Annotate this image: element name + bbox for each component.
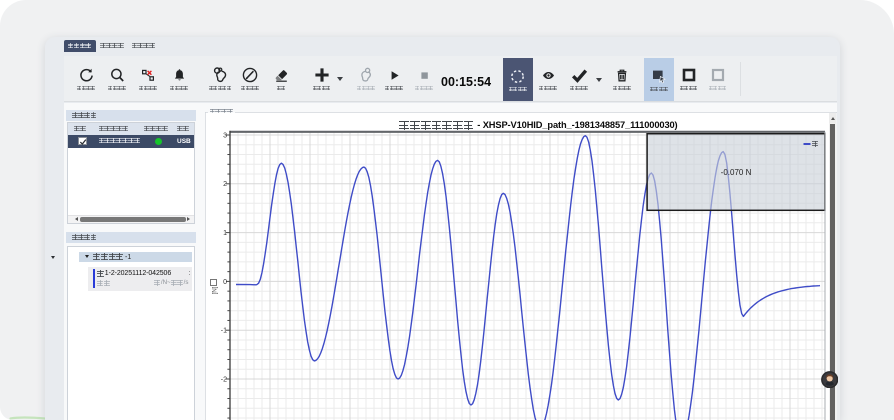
svg-text:-1: -1 — [221, 328, 227, 335]
svg-text:1: 1 — [223, 230, 227, 237]
svg-text:-0.070 N: -0.070 N — [721, 168, 752, 177]
svg-text:0: 0 — [223, 279, 227, 286]
svg-text:[N]: [N] — [212, 286, 219, 294]
svg-text:-2: -2 — [221, 376, 227, 383]
svg-text:3: 3 — [223, 132, 227, 139]
svg-text:2: 2 — [223, 181, 227, 188]
